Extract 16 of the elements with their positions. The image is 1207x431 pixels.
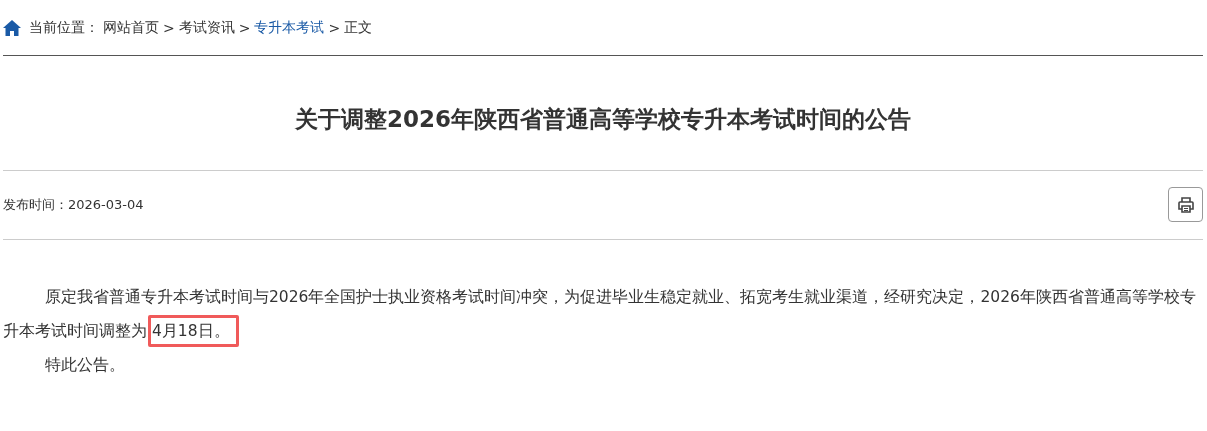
article-title: 关于调整2026年陕西省普通高等学校专升本考试时间的公告 [294, 105, 912, 134]
breadcrumb-separator: > [328, 19, 341, 36]
highlight-box: 4月18日。 [148, 314, 239, 347]
breadcrumb-link[interactable]: 考试资讯 [178, 18, 235, 37]
breadcrumb-link[interactable]: 正文 [344, 18, 373, 37]
printer-icon [1176, 195, 1195, 214]
breadcrumb-separator: > [163, 19, 175, 36]
publish-date: 发布时间：2026-03-04 [3, 195, 144, 214]
body-paragraph: 特此公告。 [44, 354, 126, 376]
print-button[interactable] [1168, 187, 1203, 223]
breadcrumb-link[interactable]: 网站首页 [103, 18, 159, 37]
breadcrumb-link[interactable]: 专升本考试 [254, 18, 325, 37]
breadcrumb-separator: > [238, 19, 251, 36]
body-paragraph: 原定我省普通专升本考试时间与2026年全国护士执业资格考试时间冲突，为促进毕业生稳定就业、拓宽考生就业渠道，经研究决定，2026年陕西省普通高等学校专升本考试时间调整为 4月18日。 [3, 279, 1203, 348]
location-label: 当前位置： [29, 18, 99, 37]
home-icon[interactable] [3, 19, 21, 36]
